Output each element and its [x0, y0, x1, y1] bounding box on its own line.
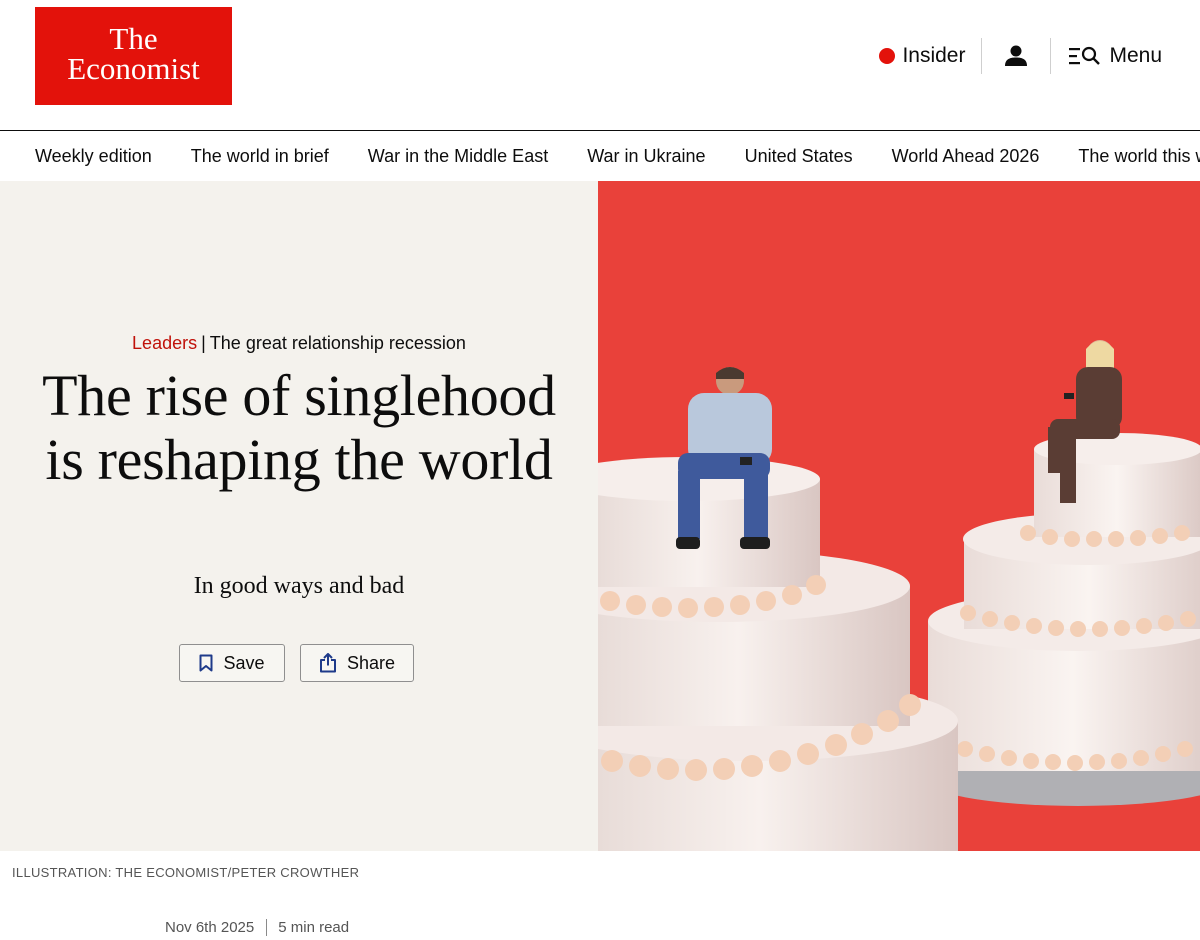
hero-text-panel: Leaders | The great relationship recession…	[0, 181, 598, 851]
site-header: The Economist Insider Menu	[0, 0, 1200, 130]
logo-line-1: The	[109, 21, 158, 56]
wedding-cakes-illustration	[598, 181, 1200, 851]
nav-item-world-this-week[interactable]: The world this week	[1078, 146, 1200, 167]
read-time: 5 min read	[278, 919, 350, 936]
nav-item-world-in-brief[interactable]: The world in brief	[191, 146, 329, 167]
menu-button[interactable]: Menu	[1051, 44, 1162, 68]
save-label: Save	[223, 652, 265, 673]
header-actions: Insider Menu	[879, 37, 1162, 75]
economist-logo[interactable]: The Economist	[35, 7, 232, 105]
nav-item-world-ahead[interactable]: World Ahead 2026	[892, 146, 1040, 167]
share-icon	[319, 653, 336, 673]
nav-item-war-ukraine[interactable]: War in Ukraine	[587, 146, 705, 167]
bookmark-icon	[199, 654, 213, 672]
insider-label: Insider	[902, 44, 966, 67]
section-link[interactable]: Leaders	[132, 333, 197, 353]
article-flytitle: Leaders | The great relationship recession	[0, 333, 598, 354]
nav-item-war-middle-east[interactable]: War in the Middle East	[368, 146, 548, 167]
user-icon	[1005, 45, 1028, 66]
nav-item-united-states[interactable]: United States	[745, 146, 853, 167]
flytitle-text: The great relationship recession	[209, 333, 466, 353]
share-label: Share	[346, 652, 396, 673]
article-hero: Leaders | The great relationship recession…	[0, 181, 1200, 851]
share-button[interactable]: Share	[300, 644, 414, 682]
insider-link[interactable]: Insider	[879, 44, 981, 68]
article-rubric: In good ways and bad	[193, 573, 405, 599]
live-dot-icon	[879, 48, 896, 64]
nav-item-weekly-edition[interactable]: Weekly edition	[35, 146, 152, 167]
flytitle-divider: |	[201, 333, 206, 353]
save-button[interactable]: Save	[179, 644, 285, 682]
menu-label: Menu	[1109, 44, 1162, 67]
logo-line-2: Economist	[67, 51, 200, 86]
article-meta: Nov 6th 2025 5 min read	[165, 919, 349, 936]
publish-date: Nov 6th 2025	[165, 919, 255, 936]
hero-illustration	[598, 181, 1200, 851]
menu-search-icon	[1069, 46, 1101, 65]
account-button[interactable]	[982, 45, 1050, 67]
image-credit: ILLUSTRATION: THE ECONOMIST/PETER CROWTH…	[12, 865, 360, 880]
meta-divider	[266, 919, 268, 936]
section-nav: Weekly edition The world in brief War in…	[0, 130, 1200, 182]
article-headline: The rise of singlehood is reshaping the …	[42, 363, 556, 492]
